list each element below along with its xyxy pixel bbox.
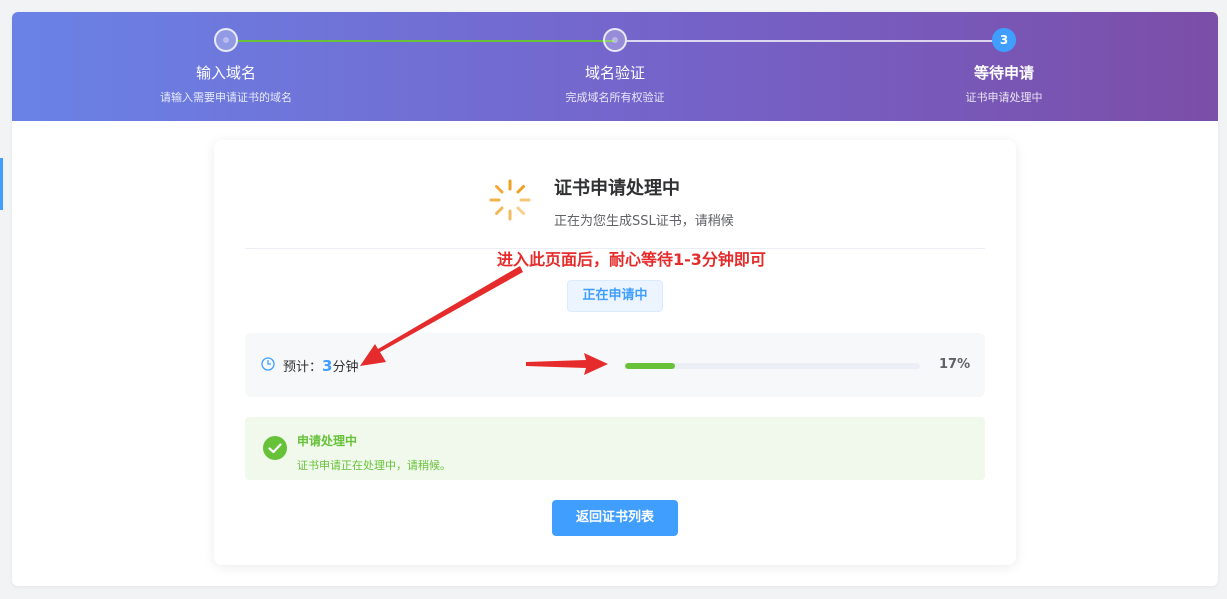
alert-title: 申请处理中 bbox=[297, 434, 358, 448]
progress-percent: 17% bbox=[939, 357, 971, 372]
step-2-desc: 完成域名所有权验证 bbox=[565, 91, 665, 104]
progress-bar bbox=[625, 363, 920, 369]
clock-icon bbox=[261, 357, 275, 371]
eta-value: 3 bbox=[322, 357, 333, 375]
step-2-title: 域名验证 bbox=[584, 64, 645, 82]
step-3-desc: 证书申请处理中 bbox=[965, 91, 1043, 104]
loading-spinner-icon bbox=[489, 179, 531, 221]
progress-bar-fill bbox=[625, 363, 676, 369]
alert-desc: 证书申请正在处理中，请稍候。 bbox=[297, 459, 451, 472]
step-3-dot: 3 bbox=[992, 28, 1016, 52]
status-subtitle: 正在为您生成SSL证书，请稍候 bbox=[554, 214, 734, 229]
status-tag: 正在申请中 bbox=[567, 280, 663, 312]
step-enter-domain: 输入域名 请输入需要申请证书的域名 bbox=[106, 28, 346, 105]
progress-section: 预计：3分钟 17% bbox=[245, 333, 985, 397]
status-header: 证书申请处理中 正在为您生成SSL证书，请稍候 bbox=[488, 174, 788, 234]
eta-text: 预计：3分钟 bbox=[283, 356, 358, 375]
alert-processing: 申请处理中 证书申请正在处理中，请稍候。 bbox=[245, 417, 985, 480]
step-2-dot bbox=[603, 28, 627, 52]
sidebar-active-indicator bbox=[0, 158, 3, 210]
steps-header: 输入域名 请输入需要申请证书的域名 域名验证 完成域名所有权验证 3 等待申请 … bbox=[12, 12, 1218, 121]
check-circle-icon bbox=[263, 436, 287, 460]
annotation-text: 进入此页面后，耐心等待1-3分钟即可 bbox=[497, 250, 766, 269]
step-3-title: 等待申请 bbox=[973, 64, 1034, 82]
eta-label: 预计： bbox=[283, 360, 323, 375]
status-title: 证书申请处理中 bbox=[554, 178, 680, 199]
step-domain-verify: 域名验证 完成域名所有权验证 bbox=[495, 28, 735, 105]
step-1-desc: 请输入需要申请证书的域名 bbox=[160, 91, 292, 104]
main-panel: 输入域名 请输入需要申请证书的域名 域名验证 完成域名所有权验证 3 等待申请 … bbox=[12, 12, 1218, 586]
eta-unit: 分钟 bbox=[332, 360, 359, 375]
step-1-dot bbox=[214, 28, 238, 52]
status-card: 证书申请处理中 正在为您生成SSL证书，请稍候 进入此页面后，耐心等待1-3分钟… bbox=[214, 140, 1016, 565]
step-1-title: 输入域名 bbox=[195, 64, 256, 82]
back-to-list-button[interactable]: 返回证书列表 bbox=[552, 500, 678, 536]
step-waiting: 3 等待申请 证书申请处理中 bbox=[884, 28, 1124, 105]
